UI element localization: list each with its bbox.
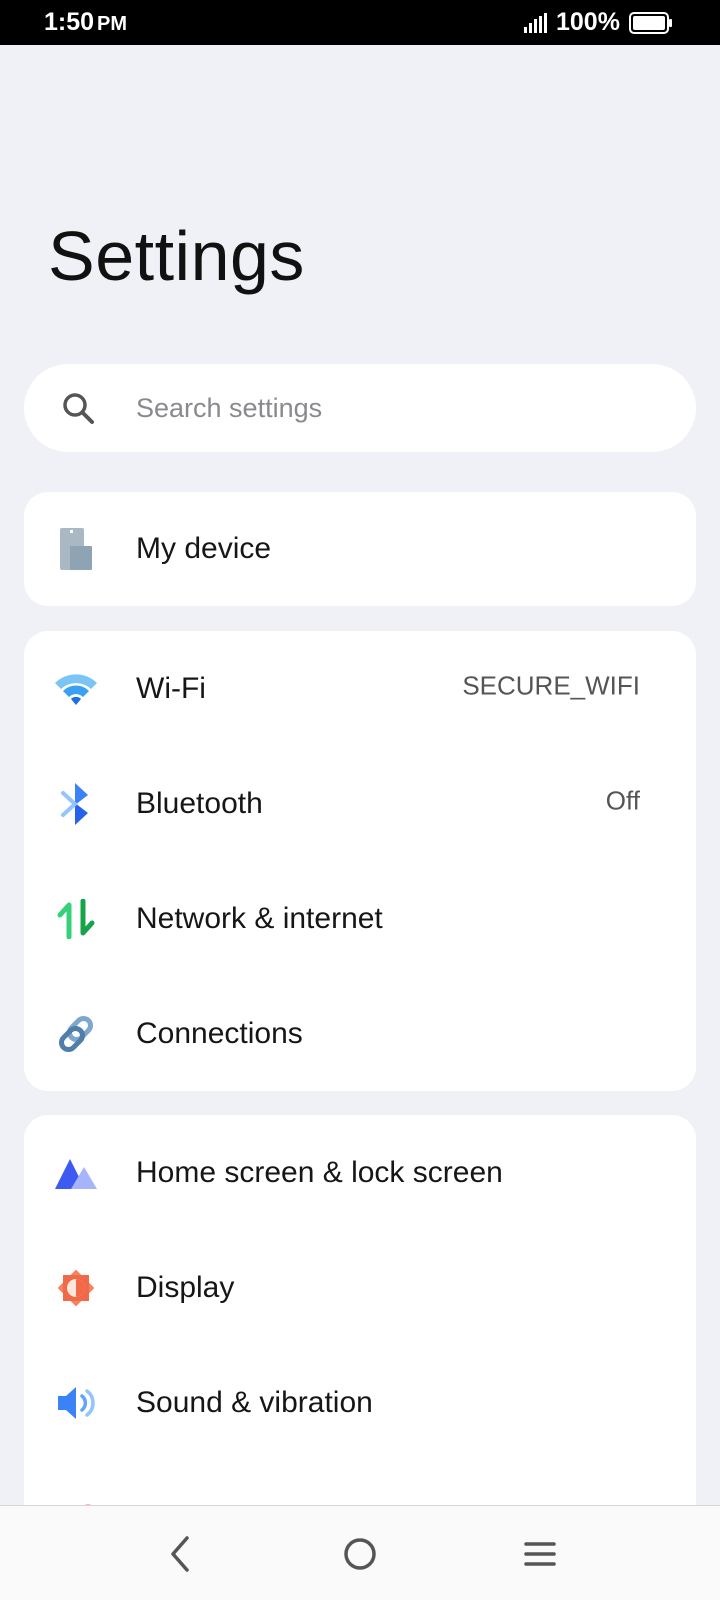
- status-bar: 1:50 PM 100%: [0, 0, 720, 45]
- settings-item-bluetooth[interactable]: Bluetooth Off: [24, 746, 696, 861]
- bluetooth-status: Off: [605, 784, 640, 815]
- phone-device-icon: [52, 525, 100, 573]
- back-button[interactable]: [120, 1506, 240, 1600]
- display-brightness-icon: [52, 1264, 100, 1312]
- navigation-bar: [0, 1505, 720, 1600]
- recent-apps-button[interactable]: [480, 1506, 600, 1600]
- settings-item-connections[interactable]: Connections: [24, 976, 696, 1091]
- network-arrows-icon: [52, 895, 100, 943]
- status-time-ampm: PM: [97, 13, 128, 35]
- search-input[interactable]: [136, 364, 656, 452]
- settings-item-sound[interactable]: Sound & vibration: [24, 1345, 696, 1460]
- bluetooth-icon: [52, 780, 100, 828]
- wifi-icon: [52, 665, 100, 713]
- settings-item-label: Bluetooth: [136, 786, 263, 820]
- network-card: Wi-Fi SECURE_WIFI Bluetooth Off Network …: [24, 631, 696, 1091]
- link-icon: [52, 1010, 100, 1058]
- search-bar[interactable]: [24, 364, 696, 452]
- device-card: My device: [24, 492, 696, 606]
- home-button[interactable]: [300, 1506, 420, 1600]
- search-icon: [63, 393, 94, 424]
- speaker-icon: [52, 1379, 100, 1427]
- wifi-network-name: SECURE_WIFI: [462, 669, 640, 700]
- home-screen-icon: [52, 1149, 100, 1197]
- battery-icon: [629, 12, 672, 34]
- menu-lines-icon: [524, 1541, 556, 1566]
- settings-item-home-screen[interactable]: Home screen & lock screen: [24, 1115, 696, 1230]
- signal-strength-icon: [524, 13, 547, 33]
- settings-item-label: Connections: [136, 1016, 303, 1050]
- system-card: Home screen & lock screen Display Sound …: [24, 1115, 696, 1515]
- back-chevron-icon: [171, 1535, 189, 1572]
- page-title: Settings: [48, 217, 305, 295]
- settings-item-wifi[interactable]: Wi-Fi SECURE_WIFI: [24, 631, 696, 746]
- settings-item-label: My device: [136, 532, 272, 565]
- home-circle-icon: [344, 1537, 376, 1570]
- settings-item-network[interactable]: Network & internet: [24, 861, 696, 976]
- settings-item-display[interactable]: Display: [24, 1230, 696, 1345]
- settings-item-my-device[interactable]: My device: [24, 492, 696, 606]
- status-time-value: 1:50: [44, 8, 95, 36]
- battery-percent: 100%: [556, 8, 620, 36]
- status-time: 1:50 PM: [44, 8, 127, 37]
- settings-item-label: Display: [136, 1270, 235, 1304]
- settings-item-label: Network & internet: [136, 901, 383, 935]
- settings-item-label: Wi-Fi: [136, 671, 206, 705]
- settings-item-label: Home screen & lock screen: [136, 1155, 503, 1189]
- settings-item-label: Sound & vibration: [136, 1385, 373, 1419]
